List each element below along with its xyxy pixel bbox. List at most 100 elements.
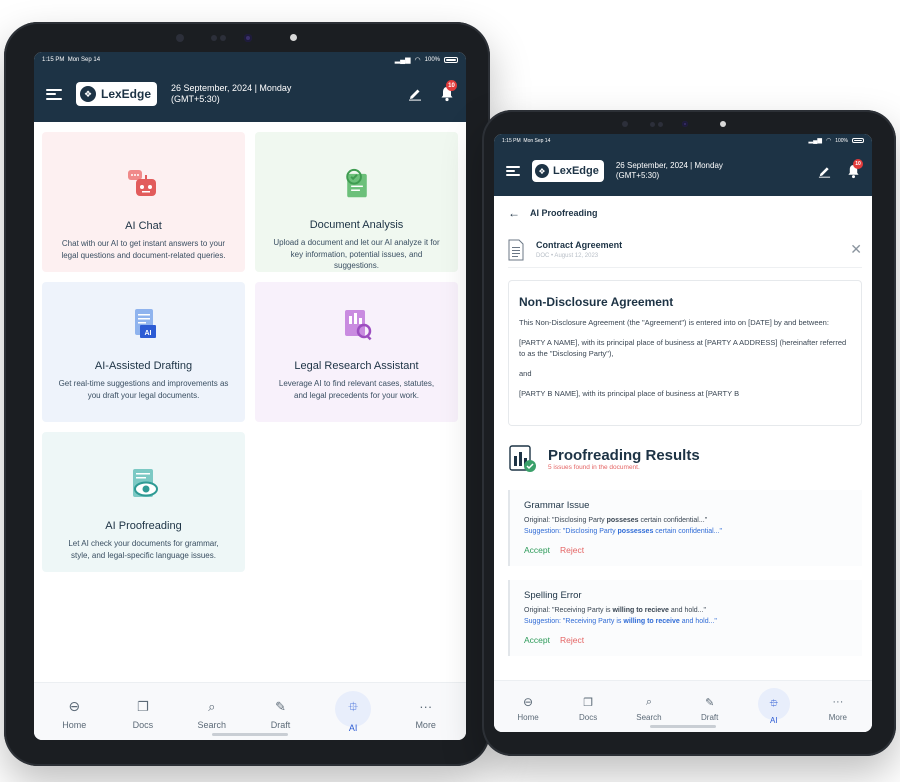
status-day: Mon Sep 14 [523,137,551,144]
home-icon: ⊖ [523,695,534,709]
logo-text: LexEdge [553,165,599,177]
logo-mark-icon: ❖ [535,164,549,178]
home-indicator[interactable] [212,733,288,736]
app-bar: ❖ LexEdge 26 September, 2024 | Monday (G… [34,74,466,114]
issue-actions: Accept Reject [524,545,862,555]
issue-card: Spelling Error Original: "Receiving Part… [508,580,862,656]
preview-paragraph: [PARTY A NAME], with its principal place… [519,337,847,359]
header-actions: 10 [408,80,457,102]
reject-button[interactable]: Reject [560,545,584,555]
docs-icon: ❐ [137,698,149,714]
card-legal-research[interactable]: Legal Research Assistant Leverage AI to … [255,282,458,422]
issue-original: Original: "Receiving Party is willing to… [524,607,707,614]
card-title: AI Chat [125,220,162,232]
search-icon: ⌕ [645,695,652,708]
more-icon: ··· [832,696,844,708]
card-description: Upload a document and let our AI analyze… [273,238,440,271]
card-title: AI-Assisted Drafting [94,360,193,372]
page-title: AI Proofreading [530,208,598,218]
issue-original: Original: "Disclosing Party posseses cer… [524,517,708,524]
nav-ai[interactable]: ⯐ AI [757,688,790,725]
card-title: Document Analysis [309,219,404,232]
logo-text: LexEdge [101,87,152,101]
nav-search[interactable]: ⌕ Search [636,691,661,723]
document-name: Contract Agreement [536,240,623,251]
card-description: Let AI check your documents for grammar,… [68,539,219,560]
nav-docs[interactable]: ❐ Docs [576,691,600,723]
chat-bot-icon [127,170,156,196]
nav-home[interactable]: ⊖ Home [516,691,540,722]
nav-more[interactable]: ··· More [412,694,440,730]
feature-grid: AI Chat Chat with our AI to get instant … [34,132,466,572]
nav-draft[interactable]: ✎ Draft [267,694,295,730]
home-indicator[interactable] [650,725,716,728]
svg-text:AI: AI [144,330,151,337]
ai-chip-icon: ⯐ [335,690,372,727]
issue-type: Grammar Issue [524,500,590,511]
sensor-dot [720,121,726,127]
card-ai-proofreading[interactable]: AI Proofreading Let AI check your docume… [42,432,245,572]
header-actions: 10 [818,158,863,179]
card-ai-chat[interactable]: AI Chat Chat with our AI to get instant … [42,132,245,272]
more-icon: ··· [419,699,433,714]
sensor-dot [220,35,226,41]
sensor-dot [290,34,297,41]
docs-icon: ❐ [583,696,594,709]
preview-fade [509,405,861,425]
reject-button[interactable]: Reject [560,635,584,645]
header-date: 26 September, 2024 | Monday [171,82,292,93]
stage: 1:15 PM Mon Sep 14 ▂▄▆ ◠ 100% ❖ LexEdge … [0,0,900,782]
research-icon [344,310,372,341]
issue-suggestion: Suggestion: "Receiving Party is willing … [524,618,717,625]
right-screen: 1:15 PM Mon Sep 14 ▂▄▆ ◠ 100% ❖ LexEdge … [494,134,872,732]
nav-draft[interactable]: ✎ Draft [698,691,722,723]
document-meta: DOC • August 12, 2023 [536,252,599,259]
document-preview: Non-Disclosure Agreement This Non-Disclo… [508,280,862,426]
card-ai-drafting[interactable]: AI AI-Assisted Drafting Get real-time su… [42,282,245,422]
selected-document: Contract Agreement DOC • August 12, 2023… [508,232,862,268]
nav-home[interactable]: ⊖ Home [60,694,88,730]
notification-badge: 10 [853,158,863,169]
battery-icon [852,138,864,143]
nav-more[interactable]: ··· More [826,691,850,722]
home-icon: ⊖ [68,698,81,714]
battery-text: 100% [835,137,848,144]
menu-button[interactable] [506,166,520,176]
left-tablet: 1:15 PM Mon Sep 14 ▂▄▆ ◠ 100% ❖ LexEdge … [4,22,490,766]
sensor-dot [650,122,655,127]
date-block: 26 September, 2024 | Monday (GMT+5:30) [616,161,723,181]
wifi-icon: ◠ [414,57,421,64]
notification-badge: 10 [446,80,457,91]
pencil-icon[interactable] [818,165,831,178]
draft-icon: ✎ [705,696,715,709]
nav-search[interactable]: ⌕ Search [197,694,226,730]
card-document-analysis[interactable]: Document Analysis Upload a document and … [255,132,458,272]
document-analysis-icon [345,168,367,198]
status-time: 1:15 PM [502,137,521,144]
back-arrow-icon[interactable]: ← [508,206,520,220]
lexedge-logo[interactable]: ❖ LexEdge [76,82,158,106]
app-bar: ❖ LexEdge 26 September, 2024 | Monday (G… [494,152,872,190]
nav-docs[interactable]: ❐ Docs [129,694,157,730]
right-tablet: 1:15 PM Mon Sep 14 ▂▄▆ ◠ 100% ❖ LexEdge … [482,110,896,756]
battery-text: 100% [424,57,440,63]
accept-button[interactable]: Accept [524,545,550,555]
pencil-icon[interactable] [408,87,422,101]
notifications-button[interactable]: 10 [847,158,863,179]
draft-icon: ✎ [275,698,286,714]
issue-suggestion: Suggestion: "Disclosing Party possesses … [524,528,722,535]
notifications-button[interactable]: 10 [440,80,457,102]
sensor-dot [211,35,217,41]
camera-dot [622,121,628,127]
results-summary: 5 issues found in the document. [548,464,640,471]
nav-ai[interactable]: ⯐ AI [335,690,372,733]
menu-button[interactable] [46,88,62,100]
status-day: Mon Sep 14 [67,57,101,63]
left-screen: 1:15 PM Mon Sep 14 ▂▄▆ ◠ 100% ❖ LexEdge … [34,52,466,740]
accept-button[interactable]: Accept [524,635,550,645]
status-bar: 1:15 PM Mon Sep 14 ▂▄▆ ◠ 100% [34,52,466,64]
results-header: Proofreading Results 5 issues found in t… [508,444,700,474]
lexedge-logo[interactable]: ❖ LexEdge [532,160,604,182]
close-icon[interactable]: ✕ [850,241,862,258]
bottom-nav: ⊖ Home ❐ Docs ⌕ Search ✎ Draft ⯐ AI ··· More [34,682,466,740]
